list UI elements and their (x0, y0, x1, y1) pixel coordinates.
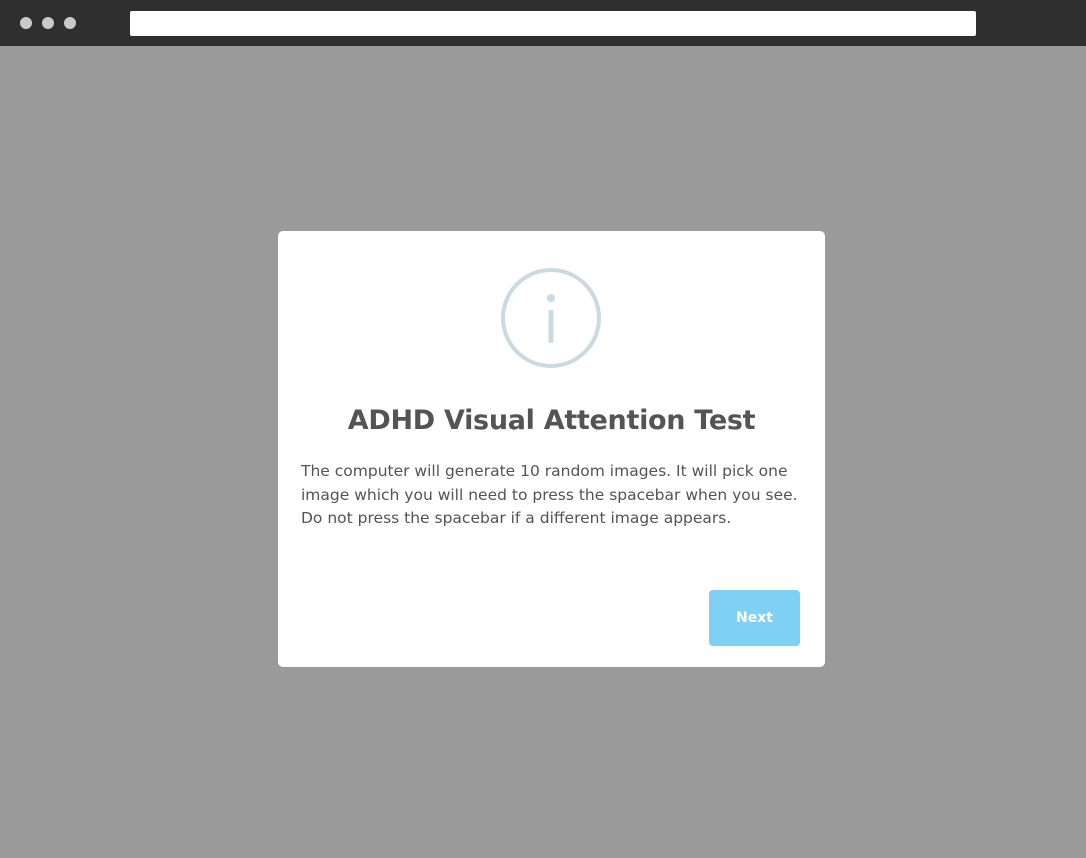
window-maximize-dot[interactable] (64, 17, 76, 29)
browser-bar (0, 0, 1086, 46)
address-bar[interactable] (130, 11, 976, 36)
modal-body-text: The computer will generate 10 random ima… (301, 462, 798, 527)
window-close-dot[interactable] (20, 17, 32, 29)
modal-dialog: ADHD Visual Attention Test The computer … (278, 231, 825, 667)
window-minimize-dot[interactable] (42, 17, 54, 29)
next-button[interactable]: Next (709, 590, 800, 646)
modal-title: ADHD Visual Attention Test (347, 405, 756, 436)
info-circle-icon (500, 267, 602, 369)
